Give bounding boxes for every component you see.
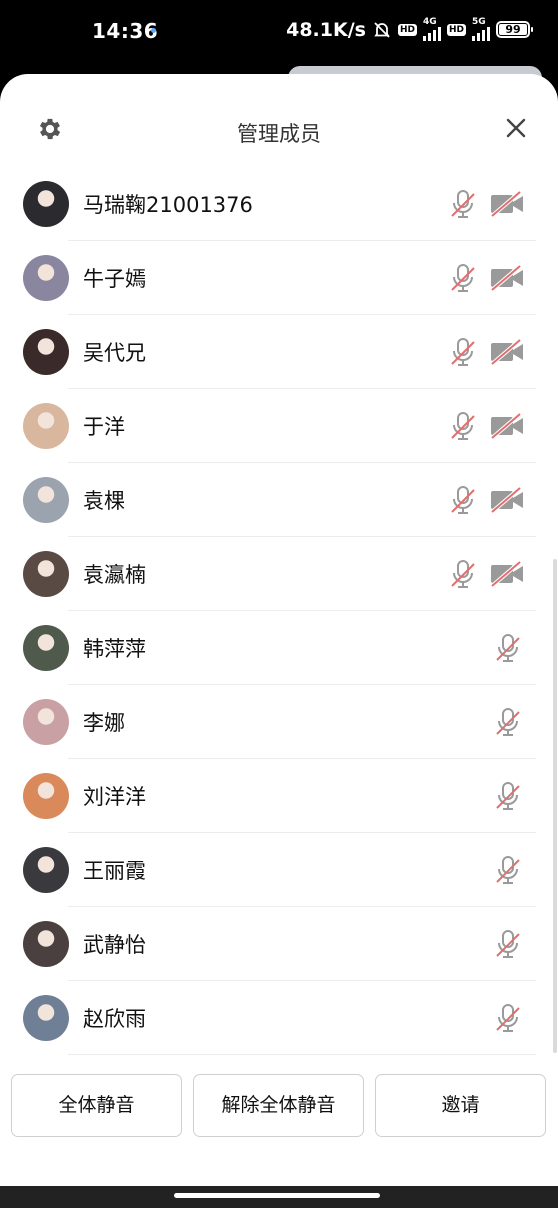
member-row[interactable]: 吴代兄 [0,315,558,389]
member-row[interactable]: 武静怡 [0,907,558,981]
camera-off-icon[interactable] [490,486,524,514]
mute-all-button[interactable]: 全体静音 [11,1074,182,1137]
close-icon[interactable] [504,116,528,140]
member-row[interactable]: 马瑞鞠21001376 [0,167,558,241]
battery-icon: 99 [496,21,533,38]
mic-muted-icon[interactable] [450,337,476,367]
net-4g-label: 4G [422,17,437,27]
member-row[interactable]: 赵欣雨 [0,981,558,1055]
mic-muted-icon[interactable] [495,781,521,811]
member-name: 袁棵 [83,489,125,513]
avatar [23,995,69,1041]
status-time: 14:36 [92,19,159,43]
member-row[interactable]: 刘洋洋 [0,759,558,833]
mic-muted-icon[interactable] [450,559,476,589]
manage-members-sheet: 管理成员 马瑞鞠21001376 牛子嫣 吴代兄 于洋 袁棵 袁瀛楠 韩萍萍 李… [0,74,558,1186]
member-name: 吴代兄 [83,341,146,365]
mic-muted-icon[interactable] [495,855,521,885]
avatar [23,847,69,893]
divider [68,1054,536,1055]
member-name: 武静怡 [83,933,146,957]
avatar [23,477,69,523]
member-row[interactable]: 袁瀛楠 [0,537,558,611]
scrollbar[interactable] [553,559,557,1053]
mic-muted-icon[interactable] [450,485,476,515]
mic-muted-icon[interactable] [450,263,476,293]
footer-actions: 全体静音 解除全体静音 邀请 [0,1074,558,1138]
member-row[interactable]: 牛子嫣 [0,241,558,315]
camera-off-icon[interactable] [490,338,524,366]
signal-icon [422,27,441,41]
member-row[interactable]: 袁棵 [0,463,558,537]
member-name: 赵欣雨 [83,1007,146,1031]
notification-dot [151,28,156,33]
mic-muted-icon[interactable] [495,633,521,663]
camera-off-icon[interactable] [490,560,524,588]
battery-level: 99 [505,23,521,36]
camera-off-icon[interactable] [490,190,524,218]
avatar [23,255,69,301]
status-right: 48.1K/s HD 4G HD 5G 99 [286,17,533,41]
mic-muted-icon[interactable] [450,411,476,441]
system-nav-bar [0,1186,558,1208]
member-name: 袁瀛楠 [83,563,146,587]
camera-off-icon[interactable] [490,412,524,440]
mic-muted-icon[interactable] [495,1003,521,1033]
member-row[interactable]: 于洋 [0,389,558,463]
status-bar: 14:36 48.1K/s HD 4G HD 5G 99 [0,0,558,62]
page-title: 管理成员 [237,122,321,146]
unmute-all-button[interactable]: 解除全体静音 [193,1074,364,1137]
member-name: 刘洋洋 [83,785,146,809]
member-name: 于洋 [83,415,125,439]
member-row[interactable]: 王丽霞 [0,833,558,907]
avatar [23,551,69,597]
avatar [23,403,69,449]
signal-icon-2 [472,27,490,41]
member-name: 韩萍萍 [83,637,146,661]
member-name: 马瑞鞠21001376 [83,193,253,217]
avatar [23,329,69,375]
avatar [23,773,69,819]
bell-off-icon [374,21,390,38]
member-row[interactable]: 韩萍萍 [0,611,558,685]
avatar [23,921,69,967]
hd-badge-1: HD [397,23,417,36]
home-indicator[interactable] [174,1193,380,1198]
mic-muted-icon[interactable] [495,929,521,959]
hd-badge-2: HD [446,23,466,36]
member-name: 牛子嫣 [83,267,146,291]
avatar [23,625,69,671]
mic-muted-icon[interactable] [450,189,476,219]
mic-muted-icon[interactable] [495,707,521,737]
avatar [23,699,69,745]
camera-off-icon[interactable] [490,264,524,292]
net-5g-label: 5G [472,17,486,27]
member-list[interactable]: 马瑞鞠21001376 牛子嫣 吴代兄 于洋 袁棵 袁瀛楠 韩萍萍 李娜 刘洋洋… [0,167,558,1055]
avatar [23,181,69,227]
network-speed: 48.1K/s [286,18,366,41]
member-row[interactable]: 李娜 [0,685,558,759]
member-name: 王丽霞 [83,859,146,883]
member-name: 李娜 [83,711,125,735]
invite-button[interactable]: 邀请 [375,1074,546,1137]
